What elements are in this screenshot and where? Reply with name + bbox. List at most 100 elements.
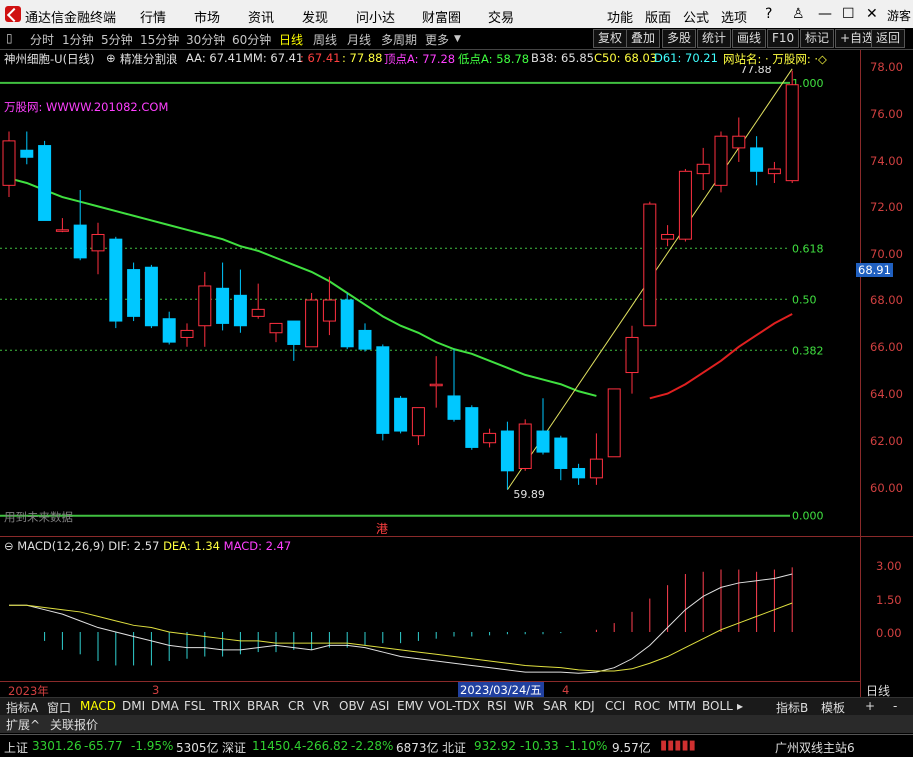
menu-item-options[interactable]: 选项 xyxy=(721,7,747,26)
shirt-icon[interactable]: ♙ xyxy=(792,6,805,22)
menu-item-formula[interactable]: 公式 xyxy=(683,7,709,26)
alert-icon[interactable]: ▮▮▮▮▮ xyxy=(660,738,696,753)
period-monthly[interactable]: 月线 xyxy=(347,31,371,48)
mark-button[interactable]: 标记 xyxy=(800,29,835,48)
tab-rsi[interactable]: RSI xyxy=(487,699,507,713)
menu-bar: 通达信金融终端 行情 市场 资讯 发现 问小达 财富圈 交易 功能 版面 公式 … xyxy=(0,0,913,28)
menu-item-ask[interactable]: 问小达 xyxy=(356,7,395,26)
multi-stock-button[interactable]: 多股 xyxy=(662,29,697,48)
tab-dma[interactable]: DMA xyxy=(151,699,179,713)
draw-button[interactable]: 画线 xyxy=(732,29,767,48)
macd-dea: DEA: 1.34 xyxy=(163,539,220,553)
maximize-icon[interactable]: ☐ xyxy=(842,6,855,22)
tab-cci[interactable]: CCI xyxy=(605,699,625,713)
candle-up xyxy=(269,322,283,334)
tab-mtm[interactable]: MTM xyxy=(668,699,696,713)
period-1min[interactable]: 1分钟 xyxy=(62,31,94,48)
value-red: : 67.41 xyxy=(300,51,341,65)
tab-roc[interactable]: ROC xyxy=(634,699,660,713)
bj-index-name[interactable]: 北证 xyxy=(442,739,466,756)
tab-indicator-b[interactable]: 指标B xyxy=(776,699,808,716)
minimize-icon[interactable]: — xyxy=(818,6,832,22)
macd-collapse-icon[interactable]: ⊖ xyxy=(4,539,14,553)
period-daily[interactable]: 日线 xyxy=(279,31,303,48)
price-chart[interactable]: 1.0000.6180.500.3820.000万股网: WWWW.201082… xyxy=(0,66,860,536)
indicator-info-line: 神州细胞-U(日线) ⊕ 精准分割浪 AA: 67.41 MM: 67.41 :… xyxy=(0,50,860,66)
f10-button[interactable]: F10 xyxy=(767,29,800,48)
tab-vol-tdx[interactable]: VOL-TDX xyxy=(428,699,480,713)
back-button[interactable]: 返回 xyxy=(871,29,906,48)
period-multi[interactable]: 多周期 xyxy=(381,31,417,48)
adjust-button[interactable]: 复权 xyxy=(593,29,628,48)
tab-indicator-a[interactable]: 指标A xyxy=(6,699,38,716)
tab-scroll-arrow-icon[interactable]: ▸ xyxy=(737,699,743,713)
menu-item-function[interactable]: 功能 xyxy=(607,7,633,26)
menu-item-layout[interactable]: 版面 xyxy=(645,7,671,26)
menu-item-news[interactable]: 资讯 xyxy=(248,7,274,26)
macd-axis-label: 1.50 xyxy=(876,593,902,607)
menu-item-discover[interactable]: 发现 xyxy=(302,7,328,26)
collapse-icon[interactable]: ⊕ xyxy=(106,51,116,65)
more-arrow-icon[interactable]: ▼ xyxy=(454,34,461,44)
close-icon[interactable]: ✕ xyxy=(866,6,878,22)
tab-cr[interactable]: CR xyxy=(288,699,305,713)
tab-window[interactable]: 窗口 xyxy=(47,699,71,716)
tab-add[interactable]: + xyxy=(865,699,875,713)
period-more[interactable]: 更多 xyxy=(425,31,449,48)
candle-up xyxy=(714,135,728,186)
tab-remove[interactable]: - xyxy=(893,699,897,713)
status-bar: 上证 3301.26 -65.77 -1.95% 5305亿 深证 11450.… xyxy=(0,734,913,757)
tab-wr[interactable]: WR xyxy=(514,699,534,713)
stats-button[interactable]: 统计 xyxy=(697,29,732,48)
tab-template[interactable]: 模板 xyxy=(821,699,845,716)
period-30min[interactable]: 30分钟 xyxy=(186,31,225,48)
fib-level-label: 0.50 xyxy=(792,293,817,306)
tab-sar[interactable]: SAR xyxy=(543,699,567,713)
period-15min[interactable]: 15分钟 xyxy=(140,31,179,48)
price-axis-label: 62.00 xyxy=(870,434,903,448)
value-c50: C50: 68.03 xyxy=(594,51,658,65)
tab-trix[interactable]: TRIX xyxy=(213,699,240,713)
menu-item-quotes[interactable]: 行情 xyxy=(140,7,166,26)
candle-down xyxy=(109,238,123,322)
site-name: 网站名: · 万股网: ·◇ xyxy=(723,52,827,66)
period-intraday[interactable]: 分时 xyxy=(30,31,54,48)
help-icon[interactable]: ? xyxy=(765,6,772,22)
price-axis-label: 76.00 xyxy=(870,107,903,121)
indicator-tabs: 指标A 窗口 MACD DMI DMA FSL TRIX BRAR CR VR … xyxy=(0,697,913,716)
tab-macd[interactable]: MACD xyxy=(80,699,116,713)
candle-up xyxy=(251,308,265,317)
candle-up xyxy=(661,233,675,240)
candle-up xyxy=(643,203,657,327)
overlay-button[interactable]: 叠加 xyxy=(626,29,661,48)
tab-asi[interactable]: ASI xyxy=(370,699,389,713)
candle-up xyxy=(180,329,194,338)
related-quotes-button[interactable]: 关联报价 xyxy=(50,716,98,733)
menu-item-market[interactable]: 市场 xyxy=(194,7,220,26)
indicator-name[interactable]: 精准分割浪 xyxy=(120,51,178,67)
tab-vr[interactable]: VR xyxy=(313,699,330,713)
tab-boll[interactable]: BOLL xyxy=(702,699,733,713)
period-weekly[interactable]: 周线 xyxy=(313,31,337,48)
tab-dmi[interactable]: DMI xyxy=(122,699,145,713)
expand-button[interactable]: 扩展^ xyxy=(6,716,40,733)
tab-kdj[interactable]: KDJ xyxy=(574,699,595,713)
tab-fsl[interactable]: FSL xyxy=(184,699,205,713)
toolbar-menu-icon[interactable]: ▯ xyxy=(6,31,13,45)
menu-item-wealth[interactable]: 财富圈 xyxy=(422,7,461,26)
macd-axis-label: 3.00 xyxy=(876,559,902,573)
tab-brar[interactable]: BRAR xyxy=(247,699,280,713)
menu-item-trade[interactable]: 交易 xyxy=(488,7,514,26)
user-label[interactable]: 游客 xyxy=(887,7,911,24)
period-5min[interactable]: 5分钟 xyxy=(101,31,133,48)
macd-label[interactable]: MACD(12,26,9) xyxy=(17,539,104,553)
sh-index-name[interactable]: 上证 xyxy=(4,739,28,756)
candle-up xyxy=(767,168,781,175)
tab-obv[interactable]: OBV xyxy=(339,699,365,713)
sz-index-name[interactable]: 深证 xyxy=(222,739,246,756)
candle-down xyxy=(750,147,764,172)
macd-chart[interactable] xyxy=(0,556,860,680)
period-60min[interactable]: 60分钟 xyxy=(232,31,271,48)
tab-emv[interactable]: EMV xyxy=(397,699,423,713)
server-name[interactable]: 广州双线主站6 xyxy=(775,739,855,756)
